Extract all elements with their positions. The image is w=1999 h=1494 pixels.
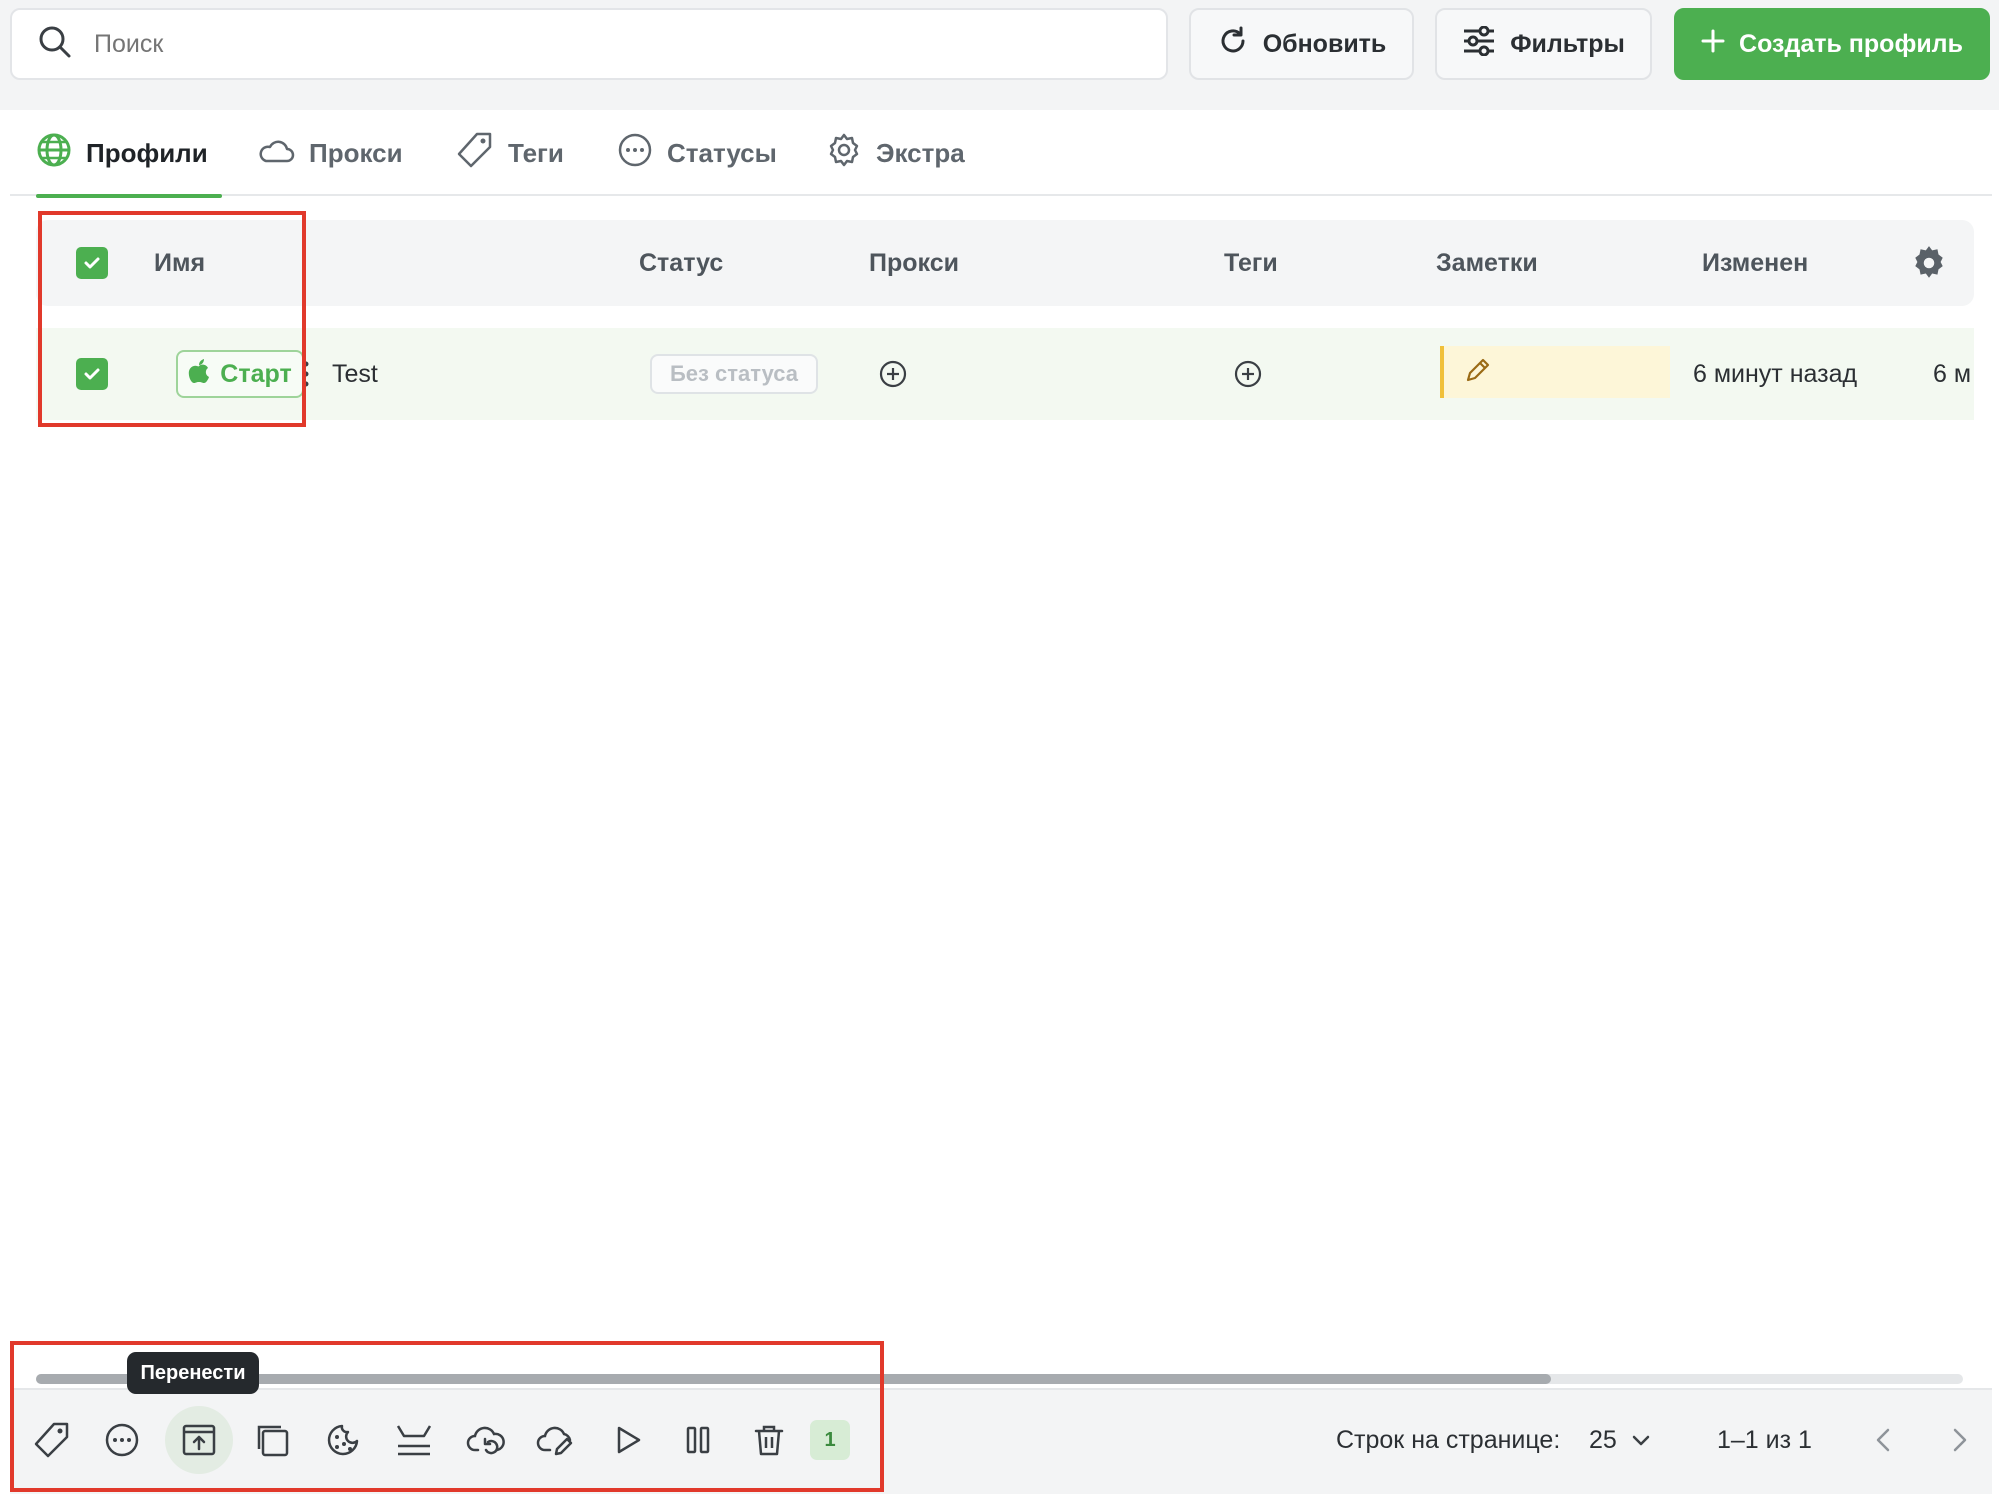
column-header-proxy[interactable]: Прокси — [869, 220, 959, 306]
tab-statuses-label: Статусы — [667, 137, 777, 168]
column-settings-icon[interactable] — [1910, 220, 1948, 306]
tab-statuses[interactable]: Статусы — [617, 110, 777, 196]
bulk-actions-footer: 1 Строк на странице: 25 1–1 из 1 — [10, 1388, 1992, 1494]
checkbox-checked[interactable] — [76, 247, 108, 279]
tab-bar: Профили Прокси Теги Статусы Экстра — [10, 110, 1992, 198]
add-proxy-icon[interactable] — [878, 359, 908, 394]
rows-per-page-value: 25 — [1589, 1425, 1617, 1454]
tab-tags[interactable]: Теги — [456, 110, 564, 196]
profile-name[interactable]: Test — [332, 328, 378, 420]
drag-handle-icon[interactable] — [302, 358, 310, 395]
dots-circle-icon — [617, 132, 653, 175]
tag-icon[interactable] — [24, 1412, 80, 1468]
column-header-status[interactable]: Статус — [639, 220, 723, 306]
tab-extra-label: Экстра — [876, 137, 965, 168]
row-checkbox[interactable] — [76, 358, 108, 390]
column-header-modified[interactable]: Изменен — [1702, 220, 1808, 306]
top-toolbar: Обновить Фильтры Создать профиль — [0, 0, 1999, 110]
cookie-icon[interactable] — [315, 1412, 371, 1468]
search-box[interactable] — [10, 8, 1168, 80]
column-header-notes[interactable]: Заметки — [1436, 220, 1538, 306]
refresh-label: Обновить — [1262, 29, 1387, 58]
refresh-icon — [1217, 25, 1249, 64]
plus-icon — [1701, 29, 1725, 60]
filters-button[interactable]: Фильтры — [1435, 8, 1652, 80]
pencil-icon — [1464, 356, 1492, 389]
notes-field[interactable] — [1440, 346, 1670, 398]
pause-icon[interactable] — [670, 1412, 726, 1468]
tooltip: Перенести — [127, 1352, 259, 1394]
modified-time: 6 минут назад — [1693, 359, 1858, 388]
transfer-icon[interactable] — [386, 1412, 442, 1468]
tab-profiles-label: Профили — [86, 137, 208, 168]
search-icon — [38, 25, 72, 64]
select-all-checkbox[interactable] — [76, 220, 108, 306]
horizontal-scrollbar[interactable] — [36, 1374, 1963, 1384]
scrollbar-thumb[interactable] — [36, 1374, 1551, 1384]
selected-count-badge: 1 — [810, 1420, 850, 1460]
chevron-down-icon — [1631, 1426, 1651, 1455]
rows-per-page-select[interactable]: 25 — [1589, 1412, 1651, 1468]
status-badge[interactable]: Без статуса — [650, 354, 818, 394]
create-profile-label: Создать профиль — [1739, 29, 1963, 58]
refresh-button[interactable]: Обновить — [1189, 8, 1414, 80]
tab-profiles[interactable]: Профили — [36, 110, 222, 198]
chevron-right-icon[interactable] — [1932, 1412, 1988, 1468]
copy-icon[interactable] — [244, 1412, 300, 1468]
tab-extra[interactable]: Экстра — [826, 110, 965, 196]
cloud-icon — [257, 135, 295, 172]
search-input[interactable] — [94, 29, 1094, 59]
column-header-tags[interactable]: Теги — [1224, 220, 1278, 306]
trash-icon[interactable] — [741, 1412, 797, 1468]
gear-icon — [826, 132, 862, 175]
pagination-info: 1–1 из 1 — [1717, 1425, 1812, 1454]
tab-tags-label: Теги — [508, 137, 564, 168]
status-dots-icon[interactable] — [94, 1412, 150, 1468]
sliders-icon — [1462, 25, 1496, 63]
tab-proxies-label: Прокси — [309, 137, 403, 168]
table-row[interactable]: Старт Test Без статуса 6 минут назад 6 м — [36, 328, 1974, 420]
rows-per-page-label: Строк на странице: — [1336, 1425, 1561, 1454]
profiles-panel: Профили Прокси Теги Статусы Экстра Имя С… — [10, 110, 1992, 1490]
tag-icon — [456, 131, 494, 176]
truncated-cell: 6 м — [1933, 359, 1972, 388]
checkbox-checked[interactable] — [76, 358, 108, 390]
start-button[interactable]: Старт — [176, 350, 304, 398]
chevron-left-icon[interactable] — [1855, 1412, 1911, 1468]
table-header: Имя Статус Прокси Теги Заметки Изменен — [36, 220, 1974, 306]
move-icon[interactable] — [165, 1406, 233, 1474]
start-label: Старт — [220, 359, 292, 388]
cloud-restore-icon[interactable] — [458, 1412, 514, 1468]
play-icon[interactable] — [599, 1412, 655, 1468]
column-header-name[interactable]: Имя — [154, 220, 205, 306]
globe-icon — [36, 132, 72, 175]
add-tag-icon[interactable] — [1233, 359, 1263, 394]
apple-icon — [188, 358, 210, 391]
filters-label: Фильтры — [1510, 29, 1625, 58]
create-profile-button[interactable]: Создать профиль — [1674, 8, 1990, 80]
cloud-edit-icon[interactable] — [528, 1412, 584, 1468]
tab-proxies[interactable]: Прокси — [257, 110, 403, 196]
